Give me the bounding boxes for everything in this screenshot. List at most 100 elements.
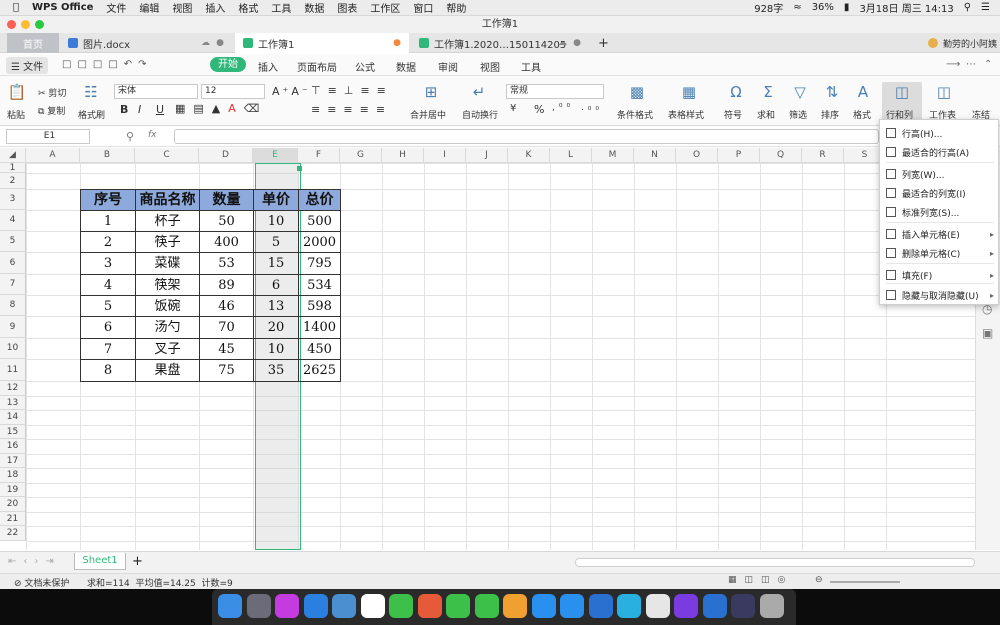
table-cell[interactable]: 2 [80, 231, 136, 253]
column-header-A[interactable]: A [26, 148, 80, 163]
table-cell[interactable]: 5 [80, 295, 136, 317]
appstore-icon[interactable] [560, 594, 584, 618]
column-header-F[interactable]: F [298, 148, 340, 163]
fill-handle[interactable] [297, 166, 302, 171]
format-icon[interactable]: A [852, 84, 874, 100]
symbol-icon[interactable]: Ω [725, 84, 747, 100]
sum-label[interactable]: 求和 [757, 108, 775, 121]
table-cell[interactable]: 53 [199, 252, 254, 275]
bold-button[interactable]: B [120, 103, 128, 116]
clock[interactable]: 3月18日 周三 14:13 [859, 0, 953, 15]
column-header-Q[interactable]: Q [760, 148, 802, 163]
table-cell[interactable]: 10 [253, 210, 299, 232]
wechat-icon[interactable] [446, 594, 470, 618]
mac-menu-workspace[interactable]: 工作区 [370, 0, 400, 15]
file-menu-button[interactable]: ☰ 文件 [6, 57, 49, 74]
column-header-C[interactable]: C [135, 148, 199, 163]
column-header-G[interactable]: G [340, 148, 382, 163]
mac-menu-insert[interactable]: 插入 [205, 0, 225, 15]
cut-button[interactable]: ✂ 剪切 [38, 86, 66, 99]
menu-item-hide[interactable]: 隐藏与取消隐藏(U) ▸ [880, 285, 998, 305]
zoom-slider[interactable] [830, 581, 900, 583]
row-header-13[interactable]: 13 [0, 396, 26, 410]
wrap-text-label[interactable]: 自动换行 [462, 108, 498, 121]
table-cell[interactable]: 15 [253, 252, 299, 275]
mac-menu-edit[interactable]: 编辑 [139, 0, 159, 15]
menu-item-autofit-row[interactable]: 最适合的行高(A) [880, 142, 998, 162]
conditional-format-icon[interactable]: ▩ [626, 84, 648, 100]
font-grow-shrink-icon[interactable]: A⁺A⁻ [272, 85, 311, 98]
quick-access-icons[interactable]: □□□□↶↷ [62, 59, 153, 70]
table-cell[interactable]: 10 [253, 338, 299, 360]
new-tab-button[interactable]: + [590, 33, 608, 53]
font-size-select[interactable]: 12 [201, 84, 265, 99]
row-header-19[interactable]: 19 [0, 483, 26, 497]
table-style-label[interactable]: 表格样式 [668, 108, 704, 121]
zoom-window-icon[interactable] [35, 20, 44, 29]
unsaved-dot-icon[interactable]: ● [393, 38, 401, 48]
zoom-out-icon[interactable]: ⊖ [815, 575, 823, 585]
paste-label[interactable]: 粘贴 [7, 108, 25, 121]
worksheet-icon[interactable]: ◫ [933, 84, 955, 100]
tab-review[interactable]: 审阅 [438, 59, 458, 74]
tab-data[interactable]: 数据 [396, 59, 416, 74]
table-style-icon[interactable]: ▦ [678, 84, 700, 100]
wifi-icon[interactable]: ≈ [793, 2, 801, 13]
column-header-N[interactable]: N [634, 148, 676, 163]
search-icon[interactable]: ⚲ [964, 2, 971, 13]
launchpad-icon[interactable] [246, 594, 271, 618]
menu-item-fill[interactable]: 填充(F) ▸ [880, 265, 998, 285]
siri-icon[interactable] [275, 594, 299, 618]
mac-menu-data[interactable]: 数据 [304, 0, 324, 15]
table-cell[interactable]: 筷架 [135, 274, 200, 296]
preview-icon[interactable] [332, 594, 356, 618]
row-header-20[interactable]: 20 [0, 497, 26, 512]
tab-workbook-file[interactable]: 工作簿1.2020…150114205 ☁ ● [411, 33, 589, 53]
fx-icon[interactable]: fx [148, 130, 157, 140]
mac-menu-file[interactable]: 文件 [106, 0, 126, 15]
column-header-I[interactable]: I [424, 148, 466, 163]
row-header-2[interactable]: 2 [0, 173, 26, 189]
column-header-D[interactable]: D [199, 148, 253, 163]
table-cell[interactable]: 4 [80, 274, 136, 296]
copy-button[interactable]: ⧉ 复制 [38, 104, 65, 117]
horizontal-scrollbar[interactable] [575, 558, 975, 567]
table-cell[interactable]: 6 [80, 316, 136, 339]
tab-home[interactable]: 首页 [7, 33, 59, 53]
wrap-text-icon[interactable]: ↵ [468, 84, 490, 100]
table-cell[interactable]: 1 [80, 210, 136, 232]
tab-start[interactable]: 开始 [210, 57, 246, 72]
table-header-cell[interactable]: 序号 [80, 189, 136, 211]
share-icon[interactable]: ⟶ [946, 59, 960, 70]
table-cell[interactable]: 5 [253, 231, 299, 253]
percent-button[interactable]: % [534, 103, 544, 116]
table-cell[interactable]: 1400 [298, 316, 341, 339]
row-header-18[interactable]: 18 [0, 468, 26, 483]
font-family-select[interactable]: 宋体 [114, 84, 198, 99]
table-header-cell[interactable]: 数量 [199, 189, 254, 211]
sheet-tab-sheet1[interactable]: Sheet1 [74, 553, 126, 570]
table-cell[interactable]: 筷子 [135, 231, 200, 253]
sort-icon[interactable]: ⇅ [821, 84, 843, 100]
close-tab-icon[interactable]: ● [573, 38, 581, 48]
table-cell[interactable]: 叉子 [135, 338, 200, 360]
currency-icon[interactable]: ¥ [510, 103, 520, 114]
spreadsheet-grid[interactable]: ◢ ABCDEFGHIJKLMNOPQRS 1 2 3 4 5 6 7 8 9 10 11 12 13 1… [0, 148, 975, 550]
close-tab-icon[interactable]: ● [216, 38, 224, 48]
column-header-L[interactable]: L [550, 148, 592, 163]
row-header-1[interactable]: 1 [0, 163, 26, 173]
column-header-K[interactable]: K [508, 148, 550, 163]
row-header-9[interactable]: 9 [0, 316, 26, 338]
trash-icon[interactable] [759, 594, 784, 618]
align-top-middle-bottom-icons[interactable]: ⊤≡⊥≡≡ [311, 84, 393, 97]
row-header-17[interactable]: 17 [0, 454, 26, 468]
table-cell[interactable]: 46 [199, 295, 254, 317]
tab-tools[interactable]: 工具 [521, 59, 541, 74]
row-header-4[interactable]: 4 [0, 210, 26, 231]
menu-item-col-width[interactable]: 列宽(W)... [880, 164, 998, 184]
menu-extras-icon[interactable]: ☰ [981, 2, 990, 13]
table-cell[interactable]: 75 [199, 359, 254, 382]
table-cell[interactable]: 汤勺 [135, 316, 200, 339]
row-header-14[interactable]: 14 [0, 410, 26, 425]
tab-insert[interactable]: 插入 [258, 59, 278, 74]
